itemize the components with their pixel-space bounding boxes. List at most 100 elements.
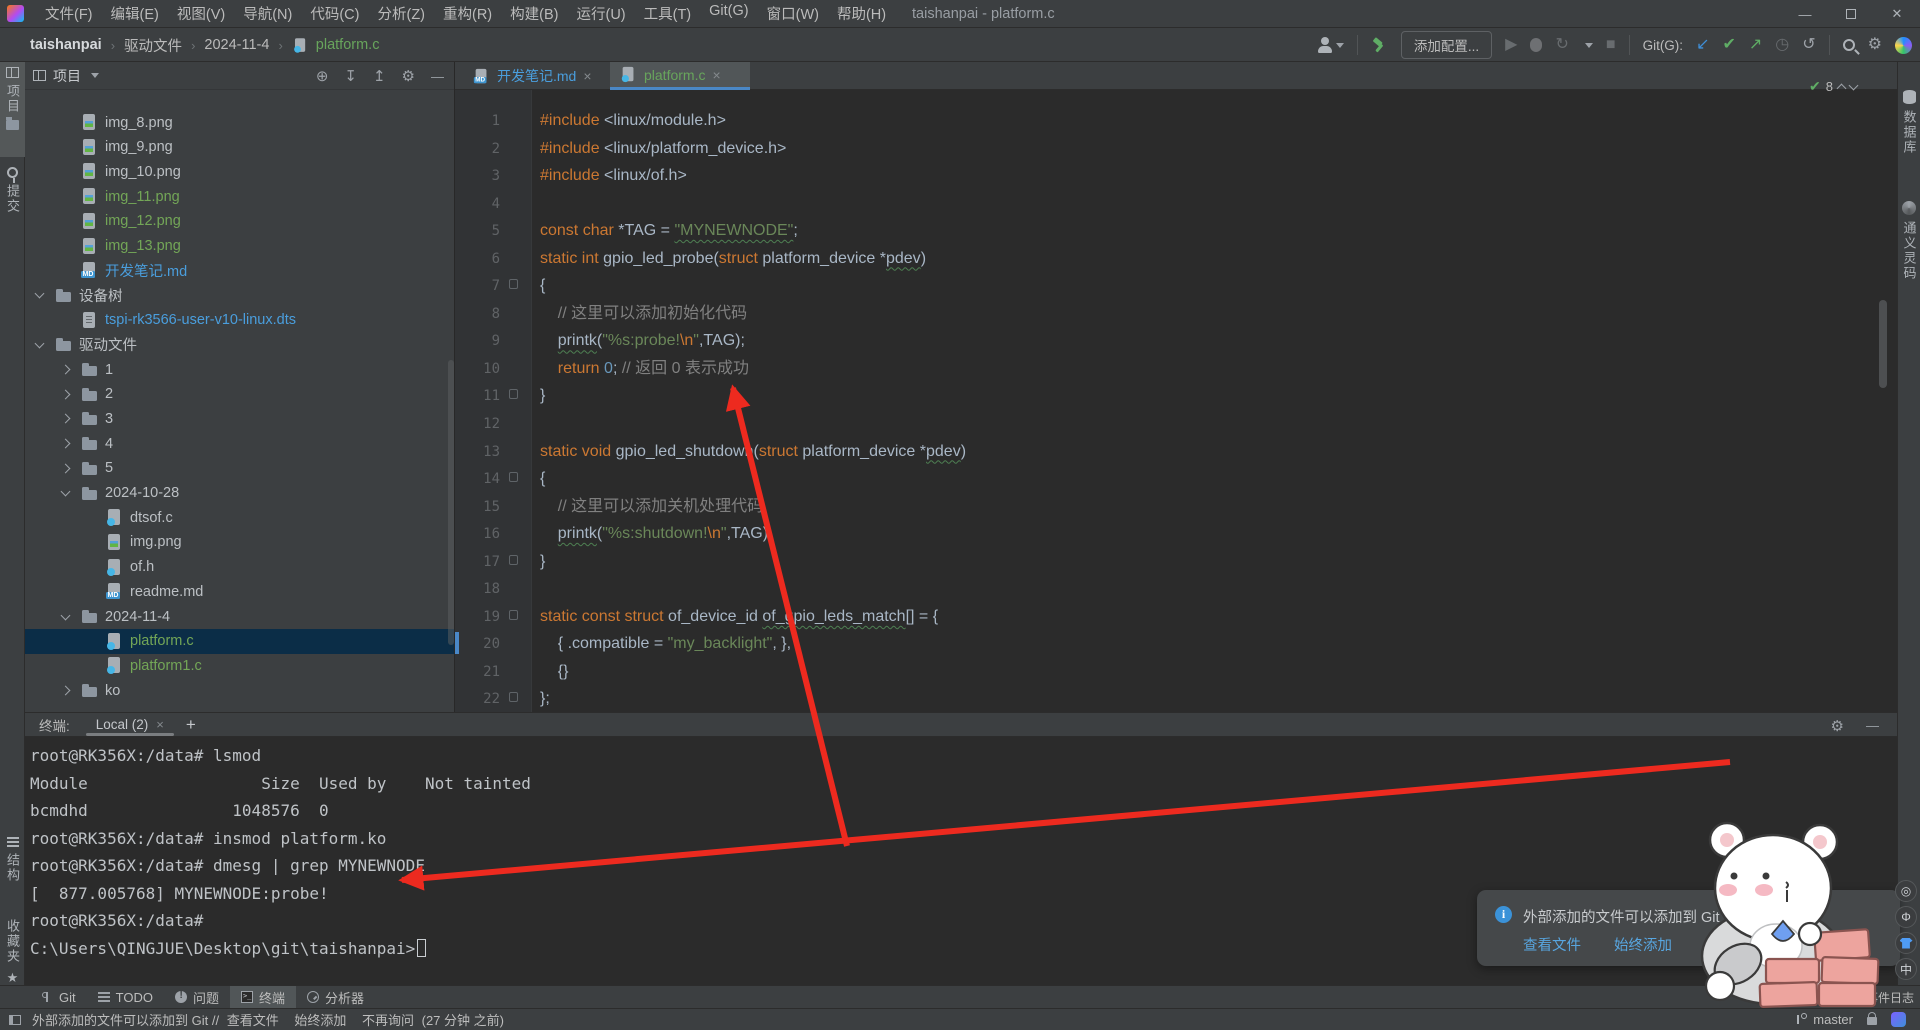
- tree-item-platform1.c[interactable]: platform1.c: [25, 653, 454, 678]
- menu-item[interactable]: 文件(F): [36, 3, 102, 24]
- menu-item[interactable]: 分析(Z): [368, 3, 434, 24]
- history-clock-icon[interactable]: ◷: [1775, 37, 1789, 53]
- next-problem-icon[interactable]: [1849, 81, 1859, 91]
- tree-item-img.png[interactable]: img.png: [25, 530, 454, 555]
- editor-scrollbar[interactable]: [1879, 300, 1887, 388]
- desktop-pet-mascot[interactable]: [1660, 818, 1920, 1030]
- project-view-caret-icon[interactable]: [91, 73, 99, 78]
- maximize-button[interactable]: [1828, 0, 1874, 28]
- code-line-13[interactable]: 13static void gpio_led_shutdown(struct p…: [455, 437, 1897, 465]
- status-action-always-add[interactable]: 始终添加: [294, 1013, 346, 1028]
- tree-item-dtsof.c[interactable]: dtsof.c: [25, 505, 454, 530]
- editor[interactable]: 开发笔记.mdplatform.c 1#include <linux/modul…: [455, 62, 1897, 712]
- tree-item-img_8.png[interactable]: img_8.png: [25, 110, 454, 135]
- tool-button-commit[interactable]: 提交: [0, 162, 25, 232]
- tool-window-button-TODO[interactable]: TODO: [87, 986, 164, 1008]
- menu-item[interactable]: 构建(B): [501, 3, 567, 24]
- chevron-down-icon[interactable]: [61, 610, 71, 620]
- close-icon[interactable]: [156, 717, 164, 732]
- tree-item-img_13.png[interactable]: img_13.png: [25, 234, 454, 259]
- build-hammer-icon[interactable]: [1371, 37, 1388, 54]
- close-button[interactable]: ✕: [1874, 0, 1920, 28]
- git-commit-check-icon[interactable]: ✔: [1722, 37, 1735, 53]
- settings-gear-icon[interactable]: ⚙: [1868, 37, 1882, 53]
- terminal-settings-gear-icon[interactable]: ⚙: [1831, 717, 1844, 735]
- tree-item-1[interactable]: 1: [25, 357, 454, 382]
- code-line-8[interactable]: 8 // 这里可以添加初始化代码: [455, 299, 1897, 327]
- tree-item-img_11.png[interactable]: img_11.png: [25, 184, 454, 209]
- menu-item[interactable]: 帮助(H): [828, 3, 895, 24]
- rollback-icon[interactable]: ↺: [1802, 37, 1815, 53]
- tree-item-5[interactable]: 5: [25, 456, 454, 481]
- breadcrumb-item[interactable]: 驱动文件: [124, 35, 182, 56]
- tree-item-ko[interactable]: ko: [25, 678, 454, 703]
- code-line-3[interactable]: 3#include <linux/of.h>: [455, 161, 1897, 189]
- code-line-2[interactable]: 2#include <linux/platform_device.h>: [455, 134, 1897, 162]
- tree-item-4[interactable]: 4: [25, 431, 454, 456]
- menu-item[interactable]: 运行(U): [567, 3, 634, 24]
- code-line-6[interactable]: 6static int gpio_led_probe(struct platfo…: [455, 244, 1897, 272]
- minimize-button[interactable]: —: [1782, 0, 1828, 28]
- tree-item-2024-10-28[interactable]: 2024-10-28: [25, 481, 454, 506]
- terminal-tab-local[interactable]: Local (2): [92, 713, 168, 736]
- tree-item-of.h[interactable]: of.h: [25, 555, 454, 580]
- ai-plugin-icon[interactable]: [1902, 201, 1916, 215]
- chevron-right-icon[interactable]: [61, 389, 71, 399]
- status-action-view-file[interactable]: 查看文件: [227, 1013, 279, 1028]
- breadcrumb-item[interactable]: 2024-11-4: [204, 37, 269, 53]
- ai-assistant-icon[interactable]: [1895, 37, 1912, 54]
- debug-bug-icon[interactable]: [1530, 38, 1542, 52]
- expand-all-icon[interactable]: ↧: [344, 67, 357, 85]
- code-line-11[interactable]: 11}: [455, 381, 1897, 409]
- terminal-hide-icon[interactable]: [1866, 717, 1879, 734]
- tool-window-button-分析器[interactable]: 分析器: [296, 986, 375, 1008]
- code-line-15[interactable]: 15 // 这里可以添加关机处理代码: [455, 492, 1897, 520]
- tree-item-img_9.png[interactable]: img_9.png: [25, 135, 454, 160]
- editor-tab-platform.c[interactable]: platform.c: [610, 62, 750, 90]
- ime-indicator[interactable]: 中: [1895, 958, 1917, 980]
- tree-item-platform.c[interactable]: platform.c: [25, 629, 454, 654]
- new-terminal-icon[interactable]: +: [186, 715, 196, 735]
- chevron-right-icon[interactable]: [61, 463, 71, 473]
- menu-item[interactable]: 编辑(E): [102, 3, 168, 24]
- tree-item-设备树[interactable]: 设备树: [25, 283, 454, 308]
- chevron-down-icon[interactable]: [35, 338, 45, 348]
- fold-marker-icon[interactable]: [509, 692, 518, 702]
- breadcrumb-item[interactable]: taishanpai: [30, 37, 102, 53]
- chevron-right-icon[interactable]: [61, 686, 71, 696]
- status-action-dont-ask[interactable]: 不再询问: [362, 1013, 414, 1028]
- code-line-19[interactable]: 19static const struct of_device_id of_gp…: [455, 602, 1897, 630]
- fold-marker-icon[interactable]: [509, 279, 518, 289]
- menu-item[interactable]: Git(G): [700, 3, 757, 24]
- add-configuration-button[interactable]: 添加配置...: [1401, 31, 1492, 59]
- fold-marker-icon[interactable]: [509, 389, 518, 399]
- tool-button-project[interactable]: 项目: [0, 62, 25, 157]
- close-icon[interactable]: [712, 67, 720, 83]
- chevron-right-icon[interactable]: [61, 365, 71, 375]
- record-icon[interactable]: ◎: [1895, 880, 1917, 902]
- user-profile-icon[interactable]: [1317, 37, 1344, 53]
- tool-window-button-Git[interactable]: Git: [30, 986, 87, 1008]
- code-line-14[interactable]: 14{: [455, 464, 1897, 492]
- paw-icon[interactable]: Φ: [1895, 906, 1917, 928]
- inspections-widget[interactable]: ✔ 8: [1809, 78, 1857, 95]
- git-push-icon[interactable]: ↗: [1749, 37, 1762, 53]
- code-line-16[interactable]: 16 printk("%s:shutdown!\n",TAG);: [455, 519, 1897, 547]
- search-icon[interactable]: [1843, 39, 1855, 51]
- tool-window-button-终端[interactable]: 终端: [230, 986, 296, 1008]
- menu-item[interactable]: 重构(R): [434, 3, 501, 24]
- tree-item-img_12.png[interactable]: img_12.png: [25, 209, 454, 234]
- tree-item-tspi-rk3566-user-v10-linux.dts[interactable]: tspi-rk3566-user-v10-linux.dts: [25, 308, 454, 333]
- tree-item-img_10.png[interactable]: img_10.png: [25, 159, 454, 184]
- profiler-icon[interactable]: ↻: [1555, 37, 1568, 53]
- code-line-17[interactable]: 17}: [455, 547, 1897, 575]
- tree-item-readme.md[interactable]: readme.md: [25, 579, 454, 604]
- tree-item-3[interactable]: 3: [25, 406, 454, 431]
- locate-file-icon[interactable]: ⊕: [316, 67, 329, 85]
- code-line-21[interactable]: 21 {}: [455, 657, 1897, 685]
- tree-item-驱动文件[interactable]: 驱动文件: [25, 332, 454, 357]
- collapse-all-icon[interactable]: ↥: [373, 67, 386, 85]
- tool-window-button-问题[interactable]: 问题: [164, 986, 230, 1008]
- hide-panel-icon[interactable]: [431, 68, 444, 85]
- toggle-toolwindows-icon[interactable]: [9, 1015, 21, 1025]
